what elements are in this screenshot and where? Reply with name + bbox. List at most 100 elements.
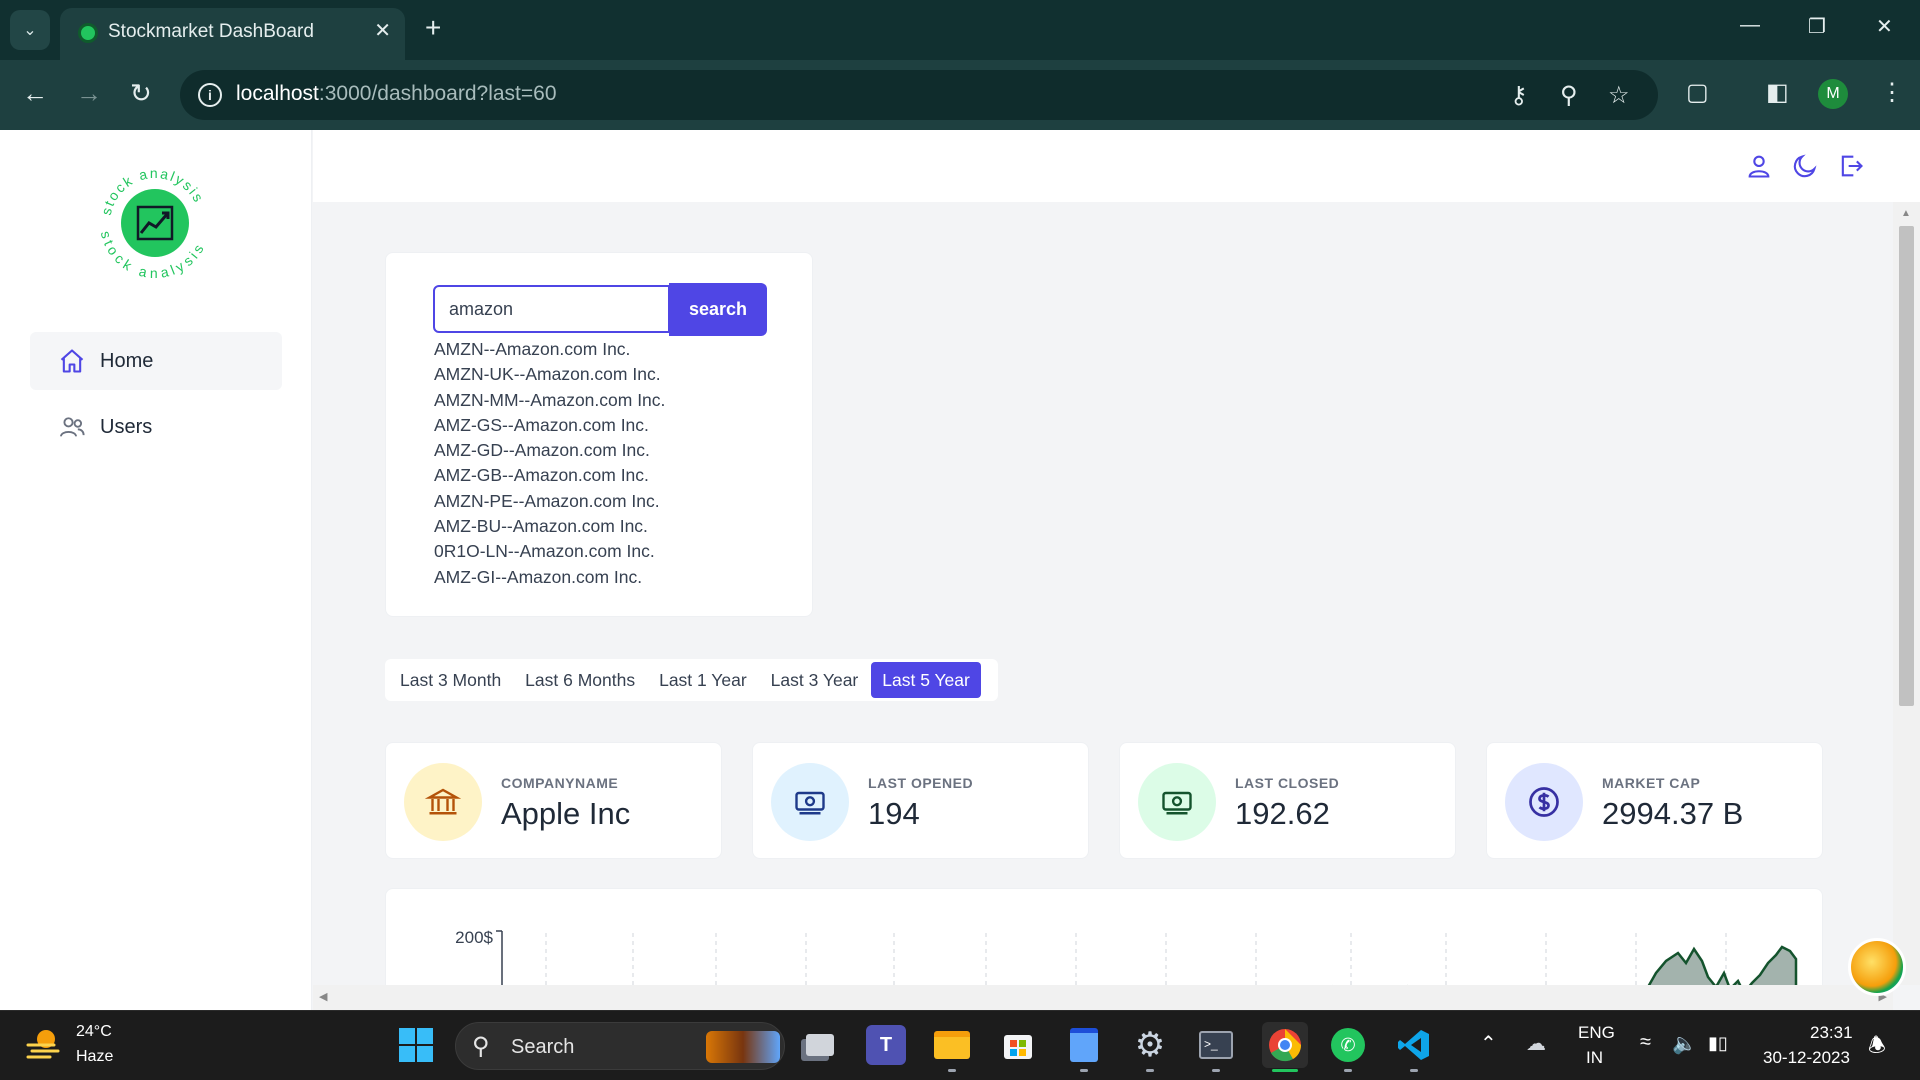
notepad-icon[interactable] bbox=[1064, 1025, 1104, 1065]
extensions-icon[interactable]: ▢ bbox=[1686, 78, 1709, 107]
stat-card-market-cap: MARKET CAP 2994.37 B bbox=[1486, 742, 1823, 859]
dollar-circle-icon bbox=[1505, 763, 1583, 841]
suggestion-item[interactable]: AMZ-GI--Amazon.com Inc. bbox=[434, 565, 665, 590]
site-info-icon[interactable]: i bbox=[198, 83, 222, 107]
scroll-left-arrow-icon[interactable]: ◀ bbox=[319, 990, 327, 1003]
scrollbar-thumb[interactable] bbox=[1899, 226, 1914, 706]
suggestion-item[interactable]: AMZ-GB--Amazon.com Inc. bbox=[434, 463, 665, 488]
side-panel-icon[interactable]: ◧ bbox=[1766, 78, 1789, 107]
suggestion-item[interactable]: AMZN--Amazon.com Inc. bbox=[434, 337, 665, 362]
url-text[interactable]: localhost:3000/dashboard?last=60 bbox=[236, 82, 557, 106]
stat-value: Apple Inc bbox=[501, 796, 631, 831]
onedrive-cloud-icon[interactable]: ☁ bbox=[1526, 1031, 1546, 1056]
close-tab-icon[interactable]: ✕ bbox=[374, 18, 391, 43]
stat-card-company: COMPANYNAME Apple Inc bbox=[385, 742, 722, 859]
range-button-5-year[interactable]: Last 5 Year bbox=[871, 662, 981, 698]
home-icon bbox=[60, 349, 84, 373]
range-button-6-months[interactable]: Last 6 Months bbox=[514, 662, 646, 698]
search-button[interactable]: search bbox=[669, 283, 767, 336]
app-header bbox=[313, 130, 1920, 202]
file-explorer-icon[interactable] bbox=[932, 1025, 972, 1065]
language-code[interactable]: ENG bbox=[1578, 1023, 1615, 1043]
stat-card-last-opened: LAST OPENED 194 bbox=[752, 742, 1089, 859]
notification-bell-icon[interactable]: 🕭 bbox=[1868, 1031, 1886, 1065]
browser-tab-strip: ⌄ Stockmarket DashBoard ✕ + — ❐ ✕ bbox=[0, 0, 1920, 60]
suggestion-item[interactable]: AMZ-BU--Amazon.com Inc. bbox=[434, 514, 665, 539]
moon-icon[interactable] bbox=[1791, 152, 1819, 180]
microsoft-store-icon[interactable] bbox=[998, 1025, 1038, 1065]
volume-icon[interactable]: 🔈 bbox=[1672, 1031, 1697, 1056]
search-card: search AMZN--Amazon.com Inc. AMZN-UK--Am… bbox=[385, 252, 813, 617]
stat-label: LAST OPENED bbox=[868, 775, 974, 791]
suggestion-item[interactable]: AMZN-UK--Amazon.com Inc. bbox=[434, 362, 665, 387]
clock-date[interactable]: 30-12-2023 bbox=[1763, 1048, 1850, 1068]
weather-temperature[interactable]: 24°C bbox=[76, 1023, 112, 1041]
suggestion-item[interactable]: AMZ-GS--Amazon.com Inc. bbox=[434, 413, 665, 438]
windows-start-icon[interactable] bbox=[398, 1027, 434, 1063]
address-bar[interactable]: i localhost:3000/dashboard?last=60 ⚷ ⚲ ☆ bbox=[180, 70, 1658, 120]
stat-label: LAST CLOSED bbox=[1235, 775, 1340, 791]
suggestion-item[interactable]: AMZN-PE--Amazon.com Inc. bbox=[434, 489, 665, 514]
weather-description[interactable]: Haze bbox=[76, 1048, 113, 1066]
vscode-icon[interactable] bbox=[1394, 1025, 1434, 1065]
haze-weather-icon[interactable] bbox=[24, 1025, 62, 1063]
price-chart-card: 200$ bbox=[385, 888, 1823, 985]
sidebar-item-home[interactable]: Home bbox=[30, 332, 282, 390]
range-button-1-year[interactable]: Last 1 Year bbox=[648, 662, 758, 698]
scroll-up-arrow-icon[interactable]: ▲ bbox=[1901, 208, 1911, 219]
task-view-icon[interactable] bbox=[800, 1025, 840, 1065]
settings-gear-icon[interactable]: ⚙ bbox=[1130, 1025, 1170, 1065]
battery-icon[interactable]: ▮▯ bbox=[1708, 1033, 1728, 1054]
stat-label: COMPANYNAME bbox=[501, 775, 619, 791]
suggestion-item[interactable]: AMZN-MM--Amazon.com Inc. bbox=[434, 388, 665, 413]
range-button-3-month[interactable]: Last 3 Month bbox=[389, 662, 512, 698]
time-range-selector: Last 3 Month Last 6 Months Last 1 Year L… bbox=[385, 659, 998, 701]
profile-avatar[interactable]: M bbox=[1818, 79, 1848, 109]
menu-kebab-icon[interactable]: ⋮ bbox=[1880, 78, 1904, 107]
bookmark-star-icon[interactable]: ☆ bbox=[1608, 81, 1630, 110]
search-suggestions: AMZN--Amazon.com Inc. AMZN-UK--Amazon.co… bbox=[434, 337, 665, 590]
terminal-icon[interactable]: >_ bbox=[1196, 1025, 1236, 1065]
user-icon[interactable] bbox=[1745, 152, 1773, 180]
stat-value: 192.62 bbox=[1235, 796, 1330, 831]
search-highlight-image bbox=[706, 1031, 780, 1063]
clock-time[interactable]: 23:31 bbox=[1810, 1023, 1853, 1043]
chrome-icon[interactable] bbox=[1262, 1022, 1308, 1068]
forward-icon[interactable]: → bbox=[76, 78, 102, 109]
reload-icon[interactable]: ↻ bbox=[130, 78, 152, 109]
taskbar-search-box[interactable]: ⚲ Search bbox=[455, 1022, 785, 1070]
taskbar-search-label: Search bbox=[511, 1036, 575, 1058]
range-button-3-year[interactable]: Last 3 Year bbox=[760, 662, 870, 698]
stock-search-input[interactable] bbox=[433, 285, 670, 333]
horizontal-scrollbar[interactable]: ◀ ▶ bbox=[313, 985, 1893, 1010]
chevron-up-icon[interactable]: ⌃ bbox=[1480, 1031, 1497, 1056]
teams-icon[interactable]: T bbox=[866, 1025, 906, 1065]
logout-icon[interactable] bbox=[1837, 152, 1865, 180]
cash-icon bbox=[1138, 763, 1216, 841]
language-region[interactable]: IN bbox=[1586, 1048, 1603, 1068]
browser-toolbar: ← → ↻ i localhost:3000/dashboard?last=60… bbox=[0, 60, 1920, 130]
stat-label: MARKET CAP bbox=[1602, 775, 1701, 791]
close-window-button[interactable]: ✕ bbox=[1876, 14, 1893, 39]
tab-search-button[interactable]: ⌄ bbox=[10, 10, 50, 50]
restore-button[interactable]: ❐ bbox=[1808, 14, 1826, 39]
floating-assistant-icon[interactable] bbox=[1848, 938, 1906, 996]
zoom-icon[interactable]: ⚲ bbox=[1560, 81, 1578, 110]
tab-title: Stockmarket DashBoard bbox=[108, 21, 314, 42]
minimize-button[interactable]: — bbox=[1740, 14, 1760, 37]
sidebar-item-users[interactable]: Users bbox=[30, 398, 282, 456]
whatsapp-icon[interactable]: ✆ bbox=[1328, 1025, 1368, 1065]
y-axis-tick-label: 200$ bbox=[455, 928, 493, 947]
new-tab-button[interactable]: + bbox=[425, 12, 441, 44]
browser-tab[interactable]: Stockmarket DashBoard ✕ bbox=[60, 8, 405, 60]
search-icon: ⚲ bbox=[472, 1033, 490, 1060]
suggestion-item[interactable]: AMZ-GD--Amazon.com Inc. bbox=[434, 438, 665, 463]
bank-icon bbox=[404, 763, 482, 841]
vertical-scrollbar[interactable]: ▲ bbox=[1893, 202, 1920, 985]
password-key-icon[interactable]: ⚷ bbox=[1510, 81, 1528, 110]
suggestion-item[interactable]: 0R1O-LN--Amazon.com Inc. bbox=[434, 539, 665, 564]
windows-taskbar: 24°C Haze ⚲ Search T ⚙ >_ ✆ ⌃ ☁ ENG IN ≈… bbox=[0, 1010, 1920, 1080]
wifi-icon[interactable]: ≈ bbox=[1640, 1031, 1651, 1054]
cash-icon bbox=[771, 763, 849, 841]
back-icon[interactable]: ← bbox=[22, 78, 48, 109]
